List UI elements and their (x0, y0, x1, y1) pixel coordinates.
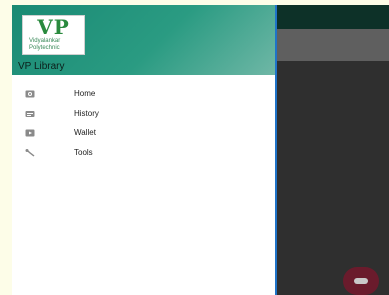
menu-item-label: History (74, 108, 99, 118)
drawer-title: VP Library (18, 61, 65, 72)
wrench-icon (25, 148, 35, 156)
wallet-icon (25, 129, 35, 137)
home-icon (25, 90, 35, 98)
navigation-drawer: VP Vidyalankar Polytechnic VP Library Ho… (12, 5, 277, 295)
logo-text: VP (37, 15, 70, 39)
drawer-menu: Home History Wallet Tools (12, 85, 275, 163)
logo-subtitle-line1: Vidyalankar (29, 38, 61, 44)
menu-item-label: Wallet (74, 128, 96, 137)
floating-action-button[interactable] (343, 267, 379, 295)
fab-icon (354, 278, 368, 284)
app-screen: VP Vidyalankar Polytechnic VP Library Ho… (12, 5, 389, 295)
menu-item-tools[interactable]: Tools (12, 144, 275, 164)
menu-item-wallet[interactable]: Wallet (12, 124, 275, 144)
logo-subtitle: Vidyalankar Polytechnic (29, 38, 60, 52)
vp-logo: VP Vidyalankar Polytechnic (22, 15, 85, 55)
history-icon (25, 110, 35, 117)
menu-item-label: Home (74, 89, 96, 98)
menu-item-history[interactable]: History (12, 105, 275, 125)
menu-item-label: Tools (74, 147, 93, 157)
menu-item-home[interactable]: Home (12, 85, 275, 105)
logo-subtitle-line2: Polytechnic (29, 45, 60, 51)
drawer-header: VP Vidyalankar Polytechnic VP Library (12, 5, 275, 75)
